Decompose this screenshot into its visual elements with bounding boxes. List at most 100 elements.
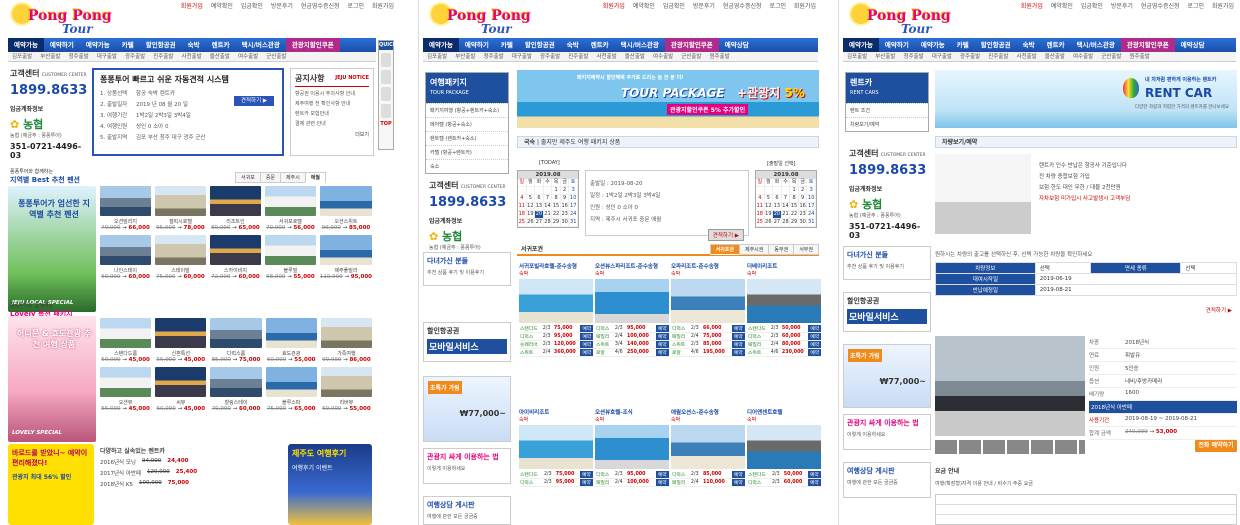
- sidebar-item[interactable]: 차량보기/예약: [846, 117, 928, 131]
- calendar-day[interactable]: 20: [773, 211, 782, 219]
- package-banner[interactable]: 패키지예약시 할인혜택 추가로 드리는 늘 한 분 더! TOUR PACKAG…: [517, 70, 819, 128]
- subnav-item[interactable]: 청주출발: [484, 54, 504, 60]
- ad-banner[interactable]: 제주도 여행후기 여행후기 이벤트: [288, 444, 372, 525]
- package-card[interactable]: 오션뷰호텔-조식 숙박 디럭스 2/3 95,000 예약 패밀리 2/4 100,000 예…: [595, 408, 669, 487]
- subnav-item[interactable]: 김포출발: [847, 54, 867, 60]
- calendar-day[interactable]: 3: [569, 187, 578, 195]
- calendar-day[interactable]: 5: [526, 195, 536, 203]
- calendar-day[interactable]: 24: [569, 211, 578, 219]
- nav-item[interactable]: 예약하기: [879, 38, 915, 52]
- nav-item[interactable]: 카텔: [495, 38, 519, 52]
- special-offer-banner[interactable]: 초특가 가림 ₩77,000~: [843, 344, 931, 408]
- reserve-button[interactable]: 예약: [580, 340, 593, 349]
- tab[interactable]: 서부권: [793, 244, 819, 255]
- counsel-banner[interactable]: 여행상담 게시판 여행에 관한 모든 궁금증: [423, 496, 511, 525]
- calendar-day[interactable]: 4: [756, 195, 765, 203]
- nav-item[interactable]: 렌트카: [585, 38, 615, 52]
- reserve-button[interactable]: 예약: [808, 332, 821, 341]
- subnav-item[interactable]: 부산출발: [455, 54, 475, 60]
- product-card[interactable]: 나인스테이 69,000 → 60,000: [100, 235, 151, 280]
- calendar-day[interactable]: 10: [807, 195, 816, 203]
- sidebar-item[interactable]: 에어텔 (항공+숙소): [426, 117, 508, 131]
- tab[interactable]: 애월: [304, 172, 327, 183]
- calendar-day[interactable]: 8: [790, 195, 799, 203]
- search-bar[interactable]: 차량보기/예약: [935, 136, 1237, 148]
- calendar-day[interactable]: 29: [790, 219, 799, 227]
- calendar-day[interactable]: 18: [756, 211, 765, 219]
- sidebar-item[interactable]: 카텔 (항공+렌트카): [426, 145, 508, 159]
- package-card[interactable]: 서귀포빌라호텔-준수송형 숙박 스탠다드 2/3 75,000 예약 디럭스 2/3 95,…: [519, 262, 593, 357]
- subnav-item[interactable]: 청주출발: [904, 54, 924, 60]
- nav-item[interactable]: 예약하기: [459, 38, 495, 52]
- calendar-day[interactable]: 25: [518, 219, 527, 227]
- calendar-day[interactable]: 6: [773, 195, 782, 203]
- topbar-link[interactable]: 로그인: [1187, 3, 1204, 10]
- topbar-link[interactable]: 방문후기: [271, 3, 293, 10]
- calendar-day[interactable]: 15: [552, 203, 561, 211]
- package-card[interactable]: 오션뷰스파리조트-준수송형 숙박 디럭스 2/3 95,000 예약 패밀리 2/4 100…: [595, 262, 669, 357]
- reserve-button[interactable]: 예약: [808, 340, 821, 349]
- tab[interactable]: 서귀포권: [709, 244, 740, 255]
- product-card[interactable]: 서귀포호텔 70,000 → 56,000: [264, 186, 316, 231]
- nav-item[interactable]: 할인항공권: [975, 38, 1017, 52]
- product-card[interactable]: 힐링스테이 70,000 → 60,000: [210, 367, 262, 412]
- reserve-button[interactable]: 예약: [655, 332, 669, 341]
- quote-button[interactable]: 견적하기 ▶: [1206, 306, 1232, 314]
- call-reserve-button[interactable]: 전화 예약하기: [1195, 440, 1237, 452]
- calendar-day[interactable]: 2: [560, 187, 570, 195]
- nav-item[interactable]: 카텔: [116, 38, 140, 52]
- topbar-link[interactable]: 예약확인: [211, 3, 233, 10]
- nav-item[interactable]: 예약하기: [44, 38, 80, 52]
- product-card[interactable]: 씨뷰 60,000 → 45,000: [155, 367, 207, 412]
- reserve-button[interactable]: 예약: [655, 340, 669, 349]
- nav-item[interactable]: 택시/버스관광: [615, 38, 665, 52]
- nav-item[interactable]: 숙박: [182, 38, 206, 52]
- package-card[interactable]: 더베이리조트 숙박 스탠다드 2/3 50,000 예약 디럭스 2/3 60,000 예약 패…: [747, 262, 821, 357]
- topbar-link[interactable]: 현금영수증신청: [301, 3, 340, 10]
- calendar-day[interactable]: 31: [807, 219, 816, 227]
- product-card[interactable]: 제주풀빌라 110,000 → 95,000: [319, 235, 372, 280]
- nav-item[interactable]: 할인항공권: [519, 38, 561, 52]
- topbar-link[interactable]: 회원가입: [372, 3, 394, 10]
- calendar-day[interactable]: 28: [781, 219, 791, 227]
- tab[interactable]: 중문: [259, 172, 282, 183]
- nav-item[interactable]: 예약가능: [843, 38, 879, 52]
- calendar-day[interactable]: 28: [543, 219, 553, 227]
- calendar-day[interactable]: 30: [560, 219, 570, 227]
- product-card[interactable]: 오션스위트 99,000 → 85,000: [319, 186, 372, 231]
- review-banner[interactable]: 다녀가신 분들 추천 상품 후기 및 이용후기: [843, 246, 931, 280]
- product-card[interactable]: 리버뷰 69,000 → 55,000: [320, 367, 372, 412]
- insurance-select[interactable]: 선택: [1180, 262, 1237, 274]
- topbar-link[interactable]: 회원가입: [603, 3, 625, 10]
- package-card[interactable]: 애월오션스-준수송형 숙박 디럭스 2/3 85,000 예약 패밀리 2/4 110,00…: [671, 408, 745, 487]
- topbar-link[interactable]: 현금영수증신청: [1141, 3, 1180, 10]
- reserve-button[interactable]: 예약: [731, 478, 745, 487]
- subnav-item[interactable]: 원주출발: [710, 54, 730, 60]
- calendar-day[interactable]: 25: [756, 219, 765, 227]
- product-card[interactable]: 가족여행 99,000 → 86,000: [320, 318, 372, 363]
- top-button[interactable]: TOP: [379, 121, 393, 127]
- product-card[interactable]: 스테이빌 75,000 → 60,000: [154, 235, 206, 280]
- calendar-day[interactable]: 12: [764, 203, 774, 211]
- topbar-link[interactable]: 회원가입: [794, 3, 816, 10]
- notice-item[interactable]: 항공권 이용시 주의사항 안내: [295, 90, 369, 97]
- subnav-item[interactable]: 청주출발: [69, 54, 89, 60]
- calendar-day[interactable]: 20: [535, 211, 544, 219]
- deal-row[interactable]: 2018년식 K5 100,000 75,000: [100, 480, 280, 488]
- special-offer-banner[interactable]: 초특가 가림 ₩77,000~: [423, 376, 511, 442]
- calendar-day[interactable]: 22: [790, 211, 799, 219]
- reserve-button[interactable]: 예약: [731, 325, 745, 333]
- nav-item[interactable]: 예약가능: [80, 38, 116, 52]
- subnav-item[interactable]: 사천출발: [597, 54, 617, 60]
- package-card[interactable]: 오파리조트-준수송형 숙박 디럭스 2/3 66,000 예약 패밀리 2/4 75,000…: [671, 262, 745, 357]
- calendar-day[interactable]: 8: [552, 195, 561, 203]
- calendar-day[interactable]: 7: [543, 195, 553, 203]
- more-link[interactable]: 더보기: [295, 131, 369, 138]
- tip-banner[interactable]: 관광지 싸게 이용하는 법 이렇게 이용하세요: [843, 414, 931, 450]
- sidebar-item[interactable]: 패키지여행 (항공+렌트카+숙소): [426, 103, 508, 117]
- subnav-item[interactable]: 사천출발: [182, 54, 202, 60]
- subnav-item[interactable]: 여수출발: [238, 54, 258, 60]
- calendar-day[interactable]: 11: [756, 203, 765, 211]
- calendar-day[interactable]: 3: [807, 187, 816, 195]
- quick-item[interactable]: [381, 87, 391, 101]
